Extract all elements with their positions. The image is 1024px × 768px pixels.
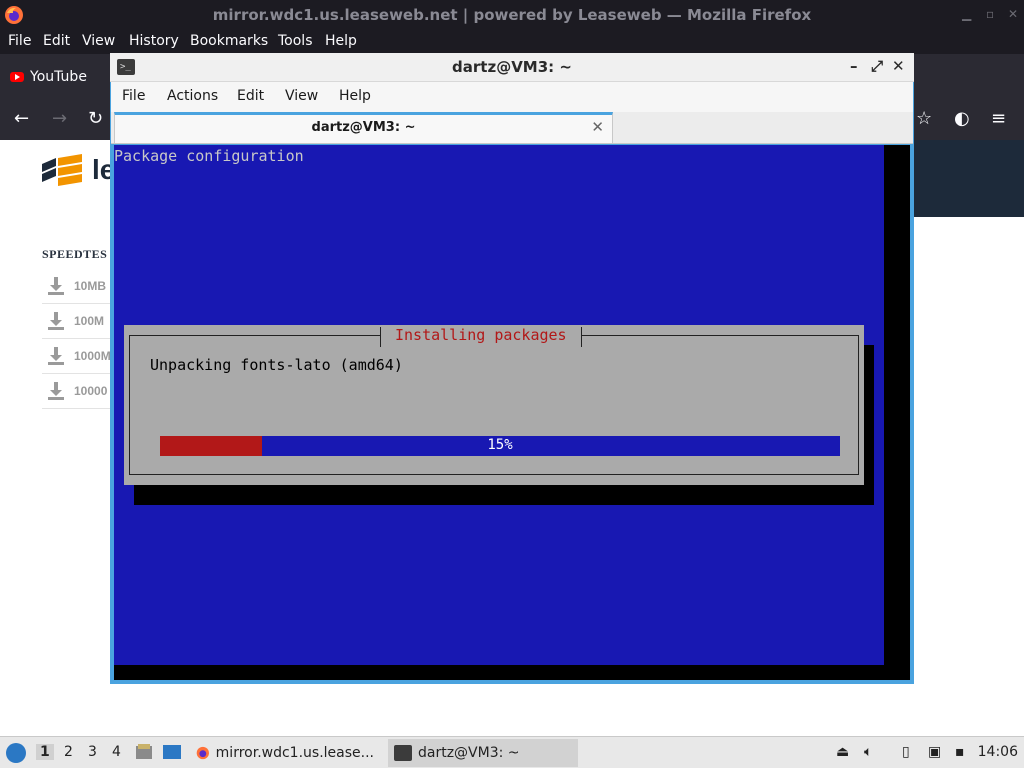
menu-edit[interactable]: Edit (43, 33, 70, 49)
firefox-window-title: mirror.wdc1.us.leaseweb.net | powered by… (212, 6, 812, 24)
speedtest-heading: SPEEDTES (42, 247, 108, 261)
task-terminal[interactable]: dartz@VM3: ~ (388, 739, 578, 767)
list-item[interactable]: 1000M (42, 339, 112, 374)
menu-actions[interactable]: Actions (167, 88, 218, 104)
start-menu-icon[interactable] (6, 743, 26, 763)
list-item[interactable]: 10MB (42, 269, 112, 304)
menu-history[interactable]: History (129, 33, 179, 49)
notification-icon[interactable]: ▪ (955, 744, 965, 760)
site-header-band (912, 140, 1024, 217)
menu-help[interactable]: Help (339, 88, 371, 104)
bookmark-youtube[interactable]: YouTube (10, 69, 87, 85)
bookmark-label: YouTube (30, 69, 87, 85)
menu-help[interactable]: Help (325, 33, 357, 49)
firefox-titlebar: mirror.wdc1.us.leaseweb.net | powered by… (0, 0, 1024, 30)
bookmark-star-icon[interactable]: ☆ (916, 108, 932, 129)
terminal-window-title: dartz@VM3: ~ (452, 58, 572, 76)
speedtest-item-label: 100M (74, 314, 105, 328)
back-icon[interactable]: ← (14, 108, 29, 129)
download-icon (48, 277, 64, 295)
package-configuration-header: Package configuration (114, 147, 304, 165)
task-label: dartz@VM3: ~ (418, 745, 520, 761)
progress-bar: 15% (160, 436, 840, 456)
terminal-tabbar: dartz@VM3: ~ ✕ (111, 112, 913, 144)
workspace-1[interactable]: 1 (36, 744, 54, 760)
close-icon[interactable]: ✕ (1008, 7, 1018, 21)
maximize-icon[interactable]: ▫ (986, 7, 994, 21)
menu-view[interactable]: View (285, 88, 318, 104)
tab-terminal[interactable]: dartz@VM3: ~ ✕ (114, 112, 613, 143)
terminal-titlebar[interactable]: >_ dartz@VM3: ~ – ⤢ ✕ (110, 53, 914, 82)
hamburger-menu-icon[interactable]: ≡ (991, 108, 1006, 129)
list-item[interactable]: 10000 (42, 374, 112, 409)
terminal-screen[interactable]: Package configuration Unpacking fonts-la… (114, 145, 910, 680)
terminal-menubar: File Actions Edit View Help (111, 82, 913, 112)
show-desktop-icon[interactable] (163, 744, 181, 760)
menu-tools[interactable]: Tools (278, 33, 313, 49)
clipboard-icon[interactable]: ▯ (902, 744, 910, 760)
speedtest-item-label: 10000 (74, 384, 108, 398)
menu-bookmarks[interactable]: Bookmarks (190, 33, 268, 49)
progress-label: 15% (487, 437, 513, 453)
workspace-2[interactable]: 2 (64, 744, 73, 760)
speedtest-item-label: 10MB (74, 279, 107, 293)
firefox-icon (196, 746, 209, 760)
dialog-title: Installing packages (380, 327, 582, 347)
dialog-frame: Unpacking fonts-lato (amd64) 15% (129, 335, 859, 475)
terminal-window: >_ dartz@VM3: ~ – ⤢ ✕ File Actions Edit … (110, 53, 914, 684)
forward-icon[interactable]: → (52, 108, 67, 129)
youtube-icon (10, 72, 24, 82)
firefox-menubar: File Edit View History Bookmarks Tools H… (0, 30, 1024, 54)
vpn-icon[interactable]: ◐ (954, 108, 970, 129)
maximize-icon[interactable]: ⤢ (871, 57, 883, 75)
clock[interactable]: 14:06 (978, 744, 1018, 760)
menu-file[interactable]: File (122, 88, 145, 104)
speedtest-item-label: 1000M (74, 349, 111, 363)
tab-label: dartz@VM3: ~ (311, 120, 416, 135)
workspace-3[interactable]: 3 (88, 744, 97, 760)
updates-icon[interactable]: ⏏ (836, 744, 849, 760)
installing-dialog: Unpacking fonts-lato (amd64) 15% Install… (124, 325, 864, 485)
download-icon (48, 312, 64, 330)
terminal-icon (394, 745, 412, 761)
minimize-icon[interactable]: ▁ (962, 7, 971, 21)
volume-icon[interactable]: 🔈︎ (864, 744, 872, 760)
reload-icon[interactable]: ↻ (88, 108, 103, 129)
close-icon[interactable]: ✕ (892, 57, 905, 75)
menu-file[interactable]: File (8, 33, 31, 49)
dialog-background: Package configuration Unpacking fonts-la… (114, 145, 884, 665)
task-label: mirror.wdc1.us.lease... (215, 745, 374, 761)
download-icon (48, 382, 64, 400)
dialog-message: Unpacking fonts-lato (amd64) (150, 356, 403, 374)
task-firefox[interactable]: mirror.wdc1.us.lease... (190, 739, 380, 767)
tab-close-icon[interactable]: ✕ (591, 118, 604, 136)
leaseweb-logo-icon (42, 154, 82, 186)
menu-view[interactable]: View (82, 33, 115, 49)
taskbar: 1 2 3 4 mirror.wdc1.us.lease... dartz@VM… (0, 736, 1024, 768)
file-manager-icon[interactable] (135, 744, 153, 760)
download-icon (48, 347, 64, 365)
workspace-4[interactable]: 4 (112, 744, 121, 760)
minimize-icon[interactable]: – (850, 57, 858, 75)
menu-edit[interactable]: Edit (237, 88, 264, 104)
network-icon[interactable]: ▣ (928, 744, 941, 760)
list-item[interactable]: 100M (42, 304, 112, 339)
speedtest-list: 10MB 100M 1000M 10000 (42, 269, 112, 409)
